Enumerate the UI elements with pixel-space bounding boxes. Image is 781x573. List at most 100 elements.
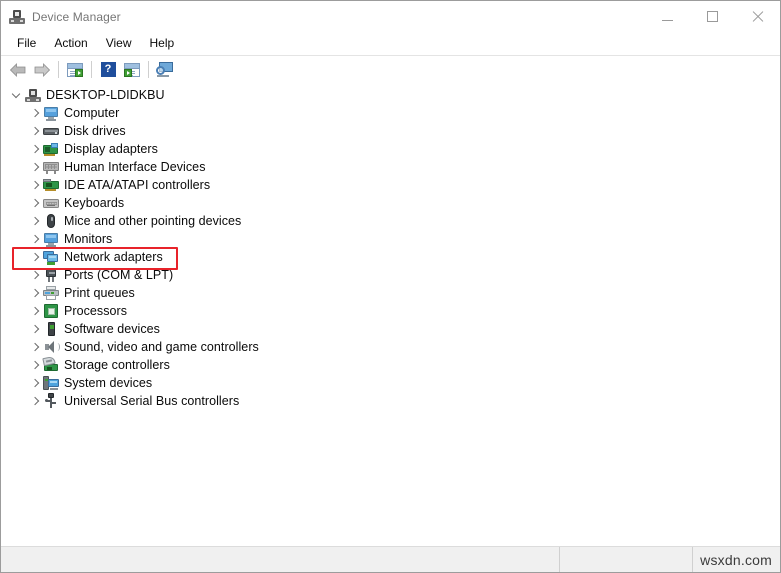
chevron-right-icon[interactable] <box>27 158 43 176</box>
tree-node-sound-video-and-game-controllers[interactable]: Sound, video and game controllers <box>1 338 780 356</box>
tree-node-processors[interactable]: Processors <box>1 302 780 320</box>
tree-node-universal-serial-bus-controllers[interactable]: Universal Serial Bus controllers <box>1 392 780 410</box>
tree-node-label: Network adapters <box>64 250 163 264</box>
chevron-right-icon[interactable] <box>27 392 43 410</box>
ide-controller-icon <box>43 177 59 193</box>
tree-node-storage-controllers[interactable]: Storage controllers <box>1 355 780 374</box>
monitor-icon <box>43 105 59 121</box>
chevron-right-icon[interactable] <box>27 338 43 356</box>
chevron-right-icon[interactable] <box>27 302 43 320</box>
sound-speaker-icon <box>43 339 60 355</box>
tree-node-computer[interactable]: Computer <box>1 104 780 122</box>
chevron-right-icon[interactable] <box>27 266 43 284</box>
chevron-right-icon[interactable] <box>27 248 43 266</box>
minimize-icon <box>662 19 673 21</box>
menu-item-file[interactable]: File <box>8 33 45 54</box>
toolbar-separator <box>148 61 149 78</box>
close-button[interactable] <box>735 1 780 31</box>
computer-root-icon <box>25 87 41 103</box>
watermark-text: wsxdn.com <box>700 551 772 568</box>
menu-bar: File Action View Help <box>1 32 780 55</box>
maximize-button[interactable] <box>690 1 735 31</box>
status-pane-watermark: wsxdn.com <box>693 547 780 572</box>
scan-hardware-changes-button[interactable] <box>153 58 177 82</box>
tree-node-network-adapters[interactable]: Network adapters <box>1 248 780 266</box>
tree-node-label: Processors <box>64 304 128 318</box>
toolbar-separator <box>91 61 92 78</box>
toolbar-separator <box>58 61 59 78</box>
tree-node-keyboards[interactable]: Keyboards <box>1 194 780 212</box>
tree-node-label: DESKTOP-LDIDKBU <box>46 88 165 102</box>
tree-node-human-interface-devices[interactable]: Human Interface Devices <box>1 158 780 176</box>
chevron-right-icon[interactable] <box>27 122 43 140</box>
chevron-right-icon[interactable] <box>27 140 43 158</box>
status-pane-secondary <box>560 547 693 572</box>
window-controls <box>645 1 780 31</box>
properties-button[interactable] <box>63 58 87 82</box>
chevron-right-icon[interactable] <box>27 374 43 392</box>
tree-node-software-devices[interactable]: Software devices <box>1 320 780 338</box>
forward-button[interactable] <box>30 58 54 82</box>
tree-node-disk-drives[interactable]: Disk drives <box>1 122 780 140</box>
toolbar: ? <box>1 55 780 84</box>
chevron-right-icon[interactable] <box>27 212 43 230</box>
back-arrow-icon <box>9 62 26 77</box>
maximize-icon <box>707 10 718 22</box>
tree-node-mice-and-other-pointing-devices[interactable]: Mice and other pointing devices <box>1 212 780 230</box>
tree-node-print-queues[interactable]: Print queues <box>1 284 780 302</box>
back-button[interactable] <box>6 58 30 82</box>
update-driver-button[interactable] <box>120 58 144 82</box>
help-button[interactable]: ? <box>96 58 120 82</box>
software-device-icon <box>43 321 59 337</box>
tree-node-label: Keyboards <box>64 196 125 210</box>
chevron-right-icon[interactable] <box>27 176 43 194</box>
tree-node-label: IDE ATA/ATAPI controllers <box>64 178 211 192</box>
properties-icon <box>67 62 83 77</box>
chevron-right-icon[interactable] <box>27 320 43 338</box>
chevron-right-icon[interactable] <box>27 104 43 122</box>
tree-node-monitors[interactable]: Monitors <box>1 230 780 248</box>
hid-icon <box>43 159 59 175</box>
title-bar: Device Manager <box>1 1 780 32</box>
chevron-right-icon[interactable] <box>27 284 43 302</box>
minimize-button[interactable] <box>645 1 690 31</box>
tree-node-ports-com-lpt[interactable]: Ports (COM & LPT) <box>1 266 780 284</box>
menu-item-help[interactable]: Help <box>141 33 184 54</box>
keyboard-icon <box>43 195 59 211</box>
tree-node-system-devices[interactable]: System devices <box>1 374 780 392</box>
port-plug-icon <box>43 267 59 283</box>
tree-node-display-adapters[interactable]: Display adapters <box>1 140 780 158</box>
tree-node-label: Software devices <box>64 322 160 336</box>
tree-node-label: Human Interface Devices <box>64 160 206 174</box>
tree-node-label: Display adapters <box>64 142 158 156</box>
tree-node-ide-ata-atapi-controllers[interactable]: IDE ATA/ATAPI controllers <box>1 176 780 194</box>
monitor-icon <box>43 231 59 247</box>
device-manager-icon <box>9 9 25 25</box>
menu-item-action[interactable]: Action <box>45 33 96 54</box>
usb-icon <box>43 393 59 409</box>
device-tree[interactable]: DESKTOP-LDIDKBU Computer Disk drives Dis… <box>1 83 780 536</box>
tree-node-label: Disk drives <box>64 124 126 138</box>
status-bar: wsxdn.com <box>1 546 780 572</box>
display-adapter-icon <box>43 141 59 157</box>
window-title: Device Manager <box>32 9 121 24</box>
chevron-down-icon[interactable] <box>9 86 25 104</box>
update-driver-icon <box>124 62 140 77</box>
chevron-right-icon[interactable] <box>27 356 43 374</box>
tree-node-root[interactable]: DESKTOP-LDIDKBU <box>1 86 780 104</box>
forward-arrow-icon <box>34 62 51 77</box>
printer-icon <box>43 285 59 301</box>
storage-controller-icon <box>42 355 59 373</box>
tree-node-label: Storage controllers <box>64 358 170 372</box>
system-device-icon <box>43 375 59 391</box>
tree-node-label: Monitors <box>64 232 113 246</box>
chevron-right-icon[interactable] <box>27 194 43 212</box>
close-icon <box>751 10 764 23</box>
processor-icon <box>43 303 59 319</box>
scan-monitor-icon <box>156 62 174 77</box>
tree-node-label: Sound, video and game controllers <box>64 340 259 354</box>
menu-item-view[interactable]: View <box>97 33 141 54</box>
tree-node-label: Print queues <box>64 286 135 300</box>
chevron-right-icon[interactable] <box>27 230 43 248</box>
disk-drive-icon <box>43 123 59 139</box>
